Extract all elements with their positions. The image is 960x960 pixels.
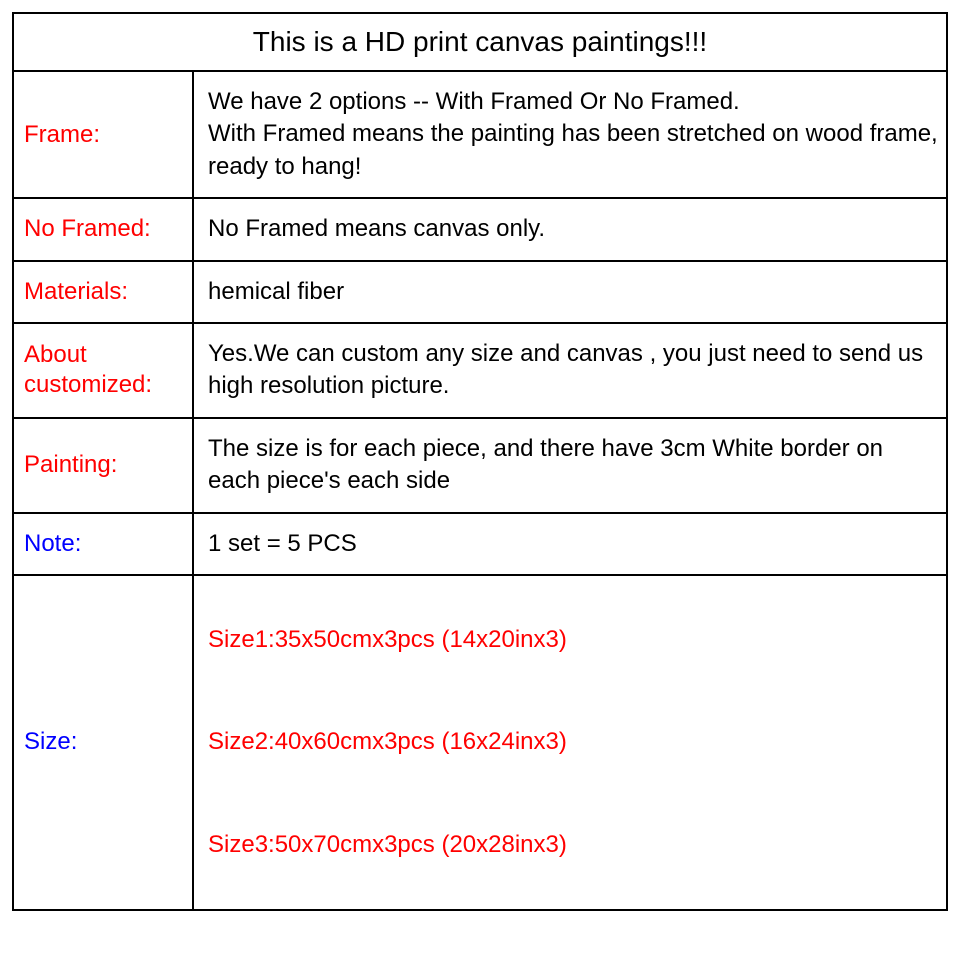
value-customized: Yes.We can custom any size and canvas , …	[194, 324, 946, 417]
value-note: 1 set = 5 PCS	[194, 514, 946, 574]
value-frame: We have 2 options -- With Framed Or No F…	[194, 72, 946, 197]
value-no-framed: No Framed means canvas only.	[194, 199, 946, 259]
value-painting: The size is for each piece, and there ha…	[194, 419, 946, 512]
label-customized: About customized:	[14, 324, 194, 417]
label-painting: Painting:	[14, 419, 194, 512]
row-note: Note: 1 set = 5 PCS	[14, 514, 946, 576]
row-materials: Materials: hemical fiber	[14, 262, 946, 324]
value-materials: hemical fiber	[194, 262, 946, 322]
value-size: Size1:35x50cmx3pcs (14x20inx3) Size2:40x…	[194, 576, 946, 909]
row-size: Size: Size1:35x50cmx3pcs (14x20inx3) Siz…	[14, 576, 946, 909]
size-option-2: Size2:40x60cmx3pcs (16x24inx3)	[208, 726, 567, 758]
label-no-framed: No Framed:	[14, 199, 194, 259]
size-option-1: Size1:35x50cmx3pcs (14x20inx3)	[208, 624, 567, 656]
row-no-framed: No Framed: No Framed means canvas only.	[14, 199, 946, 261]
row-frame: Frame: We have 2 options -- With Framed …	[14, 72, 946, 199]
size-option-3: Size3:50x70cmx3pcs (20x28inx3)	[208, 829, 567, 861]
label-size: Size:	[14, 576, 194, 909]
row-painting: Painting: The size is for each piece, an…	[14, 419, 946, 514]
label-materials: Materials:	[14, 262, 194, 322]
label-note: Note:	[14, 514, 194, 574]
product-spec-table: This is a HD print canvas paintings!!! F…	[12, 12, 948, 911]
label-frame: Frame:	[14, 72, 194, 197]
table-title: This is a HD print canvas paintings!!!	[14, 14, 946, 72]
row-customized: About customized: Yes.We can custom any …	[14, 324, 946, 419]
